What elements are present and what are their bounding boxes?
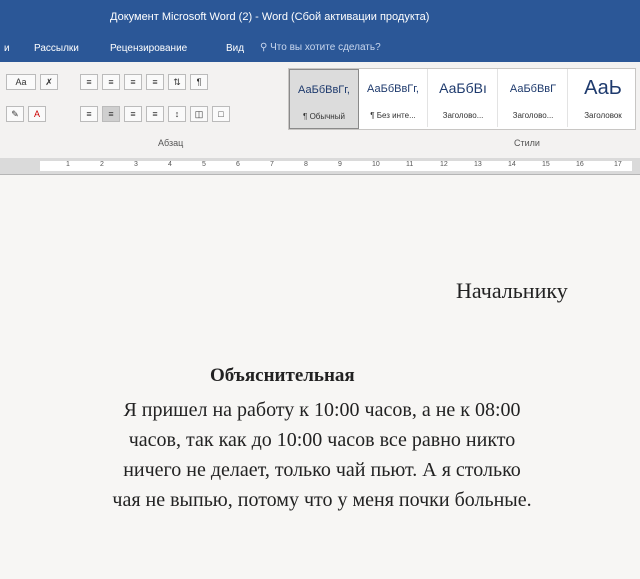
body-line: часов, так как до 10:00 часов все равно … (128, 429, 516, 451)
addressee-line: Начальнику (456, 278, 568, 303)
borders-icon[interactable]: □ (212, 106, 230, 122)
font-tools-row1: Аа ✗ (6, 74, 62, 90)
window-title: Документ Microsoft Word (2) - Word (Сбой… (110, 11, 430, 23)
document-body: Я пришел на работу к 10:00 часов, а не к… (52, 395, 592, 515)
ruler-number: 16 (576, 161, 584, 168)
styles-group-label: Стили (514, 138, 540, 148)
style-name: Заголово... (442, 111, 484, 120)
tab-review[interactable]: Рецензирование (110, 43, 187, 54)
style-name: ¶ Без инте... (370, 111, 416, 120)
ribbon: Аа ✗ ✎ A ≡ ≡ ≡ ≡ ⇅ ¶ ≡ ≡ ≡ ≡ ↕ ◫ □ Абзац АаБбВвГг, ¶ … (0, 62, 640, 159)
ruler-number: 6 (236, 161, 240, 168)
change-case-button[interactable]: Аа (6, 74, 36, 90)
tab-previous[interactable]: и (4, 43, 10, 54)
style-title[interactable]: АаЬ Заголовок (569, 69, 637, 127)
sort-icon[interactable]: ⇅ (168, 74, 186, 90)
body-line: ничего не делает, только чай пьют. А я с… (123, 459, 521, 481)
ruler-number: 5 (202, 161, 206, 168)
ruler-number: 9 (338, 161, 342, 168)
lightbulb-icon: ⚲ (260, 42, 268, 53)
document-title: Объяснительная (210, 365, 355, 386)
font-color-icon[interactable]: A (28, 106, 46, 122)
pilcrow-icon[interactable]: ¶ (190, 74, 208, 90)
ruler-number: 4 (168, 161, 172, 168)
paragraph-tools-row2: ≡ ≡ ≡ ≡ ↕ ◫ □ (80, 106, 234, 122)
numbering-icon[interactable]: ≡ (102, 74, 120, 90)
font-tools-row2: ✎ A (6, 106, 50, 122)
style-sample: АаБбВвГг, (298, 84, 350, 96)
style-sample: АаБбВı (439, 80, 487, 96)
style-sample: АаБбВвГ (509, 83, 557, 95)
ruler-number: 2 (100, 161, 104, 168)
style-sample: АаЬ (584, 77, 622, 99)
line-spacing-icon[interactable]: ↕ (168, 106, 186, 122)
title-bar: Документ Microsoft Word (2) - Word (Сбой… (0, 0, 640, 36)
ruler-number: 3 (134, 161, 138, 168)
indent-icon[interactable]: ≡ (146, 74, 164, 90)
ruler-number: 11 (406, 161, 414, 168)
clear-formatting-icon[interactable]: ✗ (40, 74, 58, 90)
tab-mailings[interactable]: Рассылки (34, 43, 79, 54)
tab-view[interactable]: Вид (226, 43, 244, 54)
ruler-number: 15 (542, 161, 550, 168)
align-left-icon[interactable]: ≡ (80, 106, 98, 122)
body-line: Я пришел на работу к 10:00 часов, а не к… (123, 399, 521, 421)
align-right-icon[interactable]: ≡ (124, 106, 142, 122)
tell-me-text: Что вы хотите сделать? (270, 42, 381, 53)
style-heading-2[interactable]: АаБбВвГ Заголово... (499, 69, 568, 127)
style-no-spacing[interactable]: АаБбВвГг, ¶ Без инте... (359, 69, 428, 127)
ruler-number: 13 (474, 161, 482, 168)
justify-icon[interactable]: ≡ (146, 106, 164, 122)
ruler-number: 8 (304, 161, 308, 168)
ruler-number: 1 (66, 161, 70, 168)
ruler-number: 10 (372, 161, 380, 168)
ruler-number: 14 (508, 161, 516, 168)
styles-gallery: АаБбВвГг, ¶ Обычный АаБбВвГг, ¶ Без инте… (288, 68, 636, 130)
ruler-number: 7 (270, 161, 274, 168)
ruler-number: 12 (440, 161, 448, 168)
align-center-icon[interactable]: ≡ (102, 106, 120, 122)
style-heading-1[interactable]: АаБбВı Заголово... (429, 69, 498, 127)
document-page[interactable]: Начальнику Объяснительная Я пришел на ра… (0, 175, 640, 579)
bullets-icon[interactable]: ≡ (80, 74, 98, 90)
shading-icon[interactable]: ◫ (190, 106, 208, 122)
paragraph-group-label: Абзац (158, 138, 184, 148)
tell-me-search[interactable]: ⚲ Что вы хотите сделать? (260, 42, 381, 53)
style-name: ¶ Обычный (303, 112, 345, 121)
ribbon-tabs: и Рассылки Рецензирование Вид ⚲ Что вы х… (0, 36, 640, 62)
body-line: чая не выпью, потому что у меня почки бо… (112, 489, 532, 511)
style-name: Заголовок (584, 111, 622, 120)
horizontal-ruler[interactable]: 1 2 3 4 5 6 7 8 9 10 11 12 13 14 15 16 1… (0, 158, 640, 175)
style-name: Заголово... (512, 111, 554, 120)
style-sample: АаБбВвГг, (367, 83, 419, 95)
paragraph-tools-row1: ≡ ≡ ≡ ≡ ⇅ ¶ (80, 74, 212, 90)
multilevel-list-icon[interactable]: ≡ (124, 74, 142, 90)
highlight-icon[interactable]: ✎ (6, 106, 24, 122)
ruler-number: 17 (614, 161, 622, 168)
style-normal[interactable]: АаБбВвГг, ¶ Обычный (289, 69, 359, 129)
